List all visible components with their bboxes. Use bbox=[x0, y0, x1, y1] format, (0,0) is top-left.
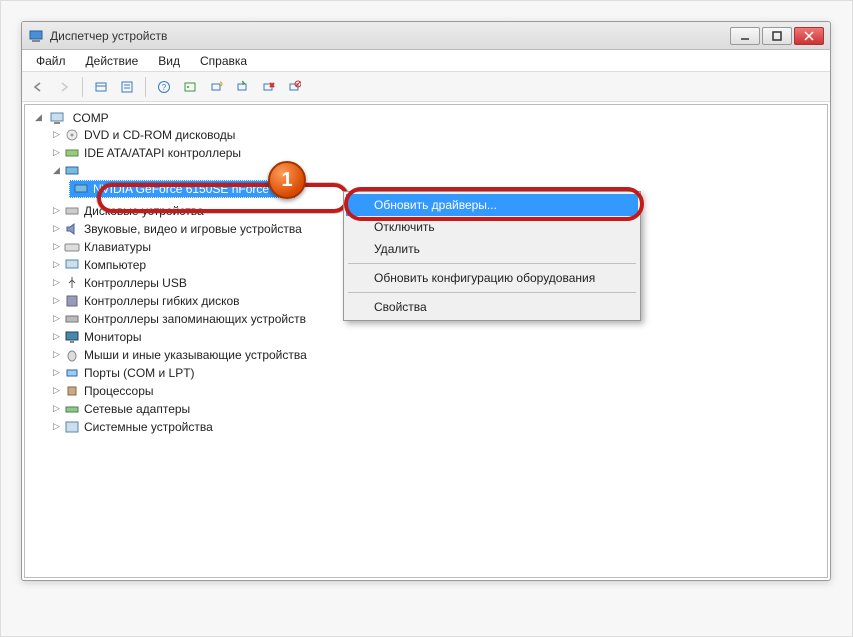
tree-item-label[interactable]: Мониторы bbox=[84, 330, 141, 344]
toolbar-scan-button[interactable] bbox=[204, 75, 228, 99]
display-adapter-icon bbox=[73, 181, 89, 197]
system-device-icon bbox=[64, 419, 80, 435]
tree-item-label[interactable]: Процессоры bbox=[84, 384, 154, 398]
toolbar-update-button[interactable] bbox=[230, 75, 254, 99]
context-menu-disable[interactable]: Отключить bbox=[346, 216, 638, 238]
tree-item-label[interactable]: Клавиатуры bbox=[84, 240, 151, 254]
ports-icon bbox=[64, 365, 80, 381]
tree-item-label[interactable]: Дисковые устройства bbox=[84, 204, 204, 218]
mouse-icon bbox=[64, 347, 80, 363]
context-menu-uninstall[interactable]: Удалить bbox=[346, 238, 638, 260]
titlebar[interactable]: Диспетчер устройств bbox=[22, 22, 830, 50]
toolbar-view-button[interactable] bbox=[178, 75, 202, 99]
tree-item-label[interactable]: Контроллеры запоминающих устройств bbox=[84, 312, 306, 326]
expand-icon[interactable]: ▷ bbox=[51, 148, 62, 159]
audio-icon bbox=[64, 221, 80, 237]
menu-view[interactable]: Вид bbox=[148, 52, 190, 70]
maximize-button[interactable] bbox=[762, 27, 792, 45]
disc-drive-icon bbox=[64, 127, 80, 143]
expand-icon[interactable]: ▷ bbox=[51, 296, 62, 307]
tree-item-label[interactable]: DVD и CD-ROM дисководы bbox=[84, 128, 235, 142]
menu-help[interactable]: Справка bbox=[190, 52, 257, 70]
context-menu-separator bbox=[348, 263, 636, 264]
processor-icon bbox=[64, 383, 80, 399]
tree-item-label[interactable]: Контроллеры USB bbox=[84, 276, 187, 290]
expand-icon[interactable]: ▷ bbox=[51, 314, 62, 325]
disk-drive-icon bbox=[64, 203, 80, 219]
toolbar: ? bbox=[22, 72, 830, 102]
svg-text:?: ? bbox=[162, 83, 167, 92]
keyboard-icon bbox=[64, 239, 80, 255]
menu-file[interactable]: Файл bbox=[26, 52, 76, 70]
ide-controller-icon bbox=[64, 145, 80, 161]
context-menu-scan-hardware[interactable]: Обновить конфигурацию оборудования bbox=[346, 267, 638, 289]
tree-item-selected[interactable]: NVIDIA GeForce 6150SE nForce 430 bbox=[69, 180, 296, 198]
tree-item-label[interactable]: Мыши и иные указывающие устройства bbox=[84, 348, 307, 362]
tree-item-label[interactable]: IDE ATA/ATAPI контроллеры bbox=[84, 146, 241, 160]
expand-icon[interactable]: ▷ bbox=[51, 242, 62, 253]
expand-icon[interactable]: ▷ bbox=[51, 260, 62, 271]
context-menu-update-drivers[interactable]: Обновить драйверы... bbox=[346, 194, 638, 216]
tree-item-label: NVIDIA GeForce 6150SE nForce 430 bbox=[93, 182, 292, 196]
device-tree-panel[interactable]: ◢ COMP ▷ DVD и CD-ROM дисководы ▷ IDE ATA/… bbox=[24, 104, 828, 578]
computer-icon bbox=[64, 257, 80, 273]
menubar: Файл Действие Вид Справка bbox=[22, 50, 830, 72]
app-icon bbox=[28, 28, 44, 44]
collapse-icon[interactable]: ◢ bbox=[33, 113, 44, 124]
tree-root-label[interactable]: COMP bbox=[73, 111, 109, 125]
storage-controller-icon bbox=[64, 311, 80, 327]
window-title: Диспетчер устройств bbox=[50, 29, 728, 43]
toolbar-show-hidden-button[interactable] bbox=[89, 75, 113, 99]
tree-item-label[interactable]: Контроллеры гибких дисков bbox=[84, 294, 240, 308]
menu-action[interactable]: Действие bbox=[76, 52, 149, 70]
expand-icon[interactable]: ▷ bbox=[51, 386, 62, 397]
minimize-button[interactable] bbox=[730, 27, 760, 45]
expand-icon[interactable]: ▷ bbox=[51, 368, 62, 379]
tree-item-label[interactable]: Порты (COM и LPT) bbox=[84, 366, 195, 380]
toolbar-back-button[interactable] bbox=[26, 75, 50, 99]
tree-item-label[interactable]: Системные устройства bbox=[84, 420, 213, 434]
toolbar-uninstall-button[interactable] bbox=[256, 75, 280, 99]
toolbar-separator bbox=[145, 77, 146, 97]
expand-icon[interactable]: ▷ bbox=[51, 350, 62, 361]
toolbar-help-button[interactable]: ? bbox=[152, 75, 176, 99]
expand-icon[interactable]: ▷ bbox=[51, 404, 62, 415]
context-menu-properties[interactable]: Свойства bbox=[346, 296, 638, 318]
expand-icon[interactable]: ▷ bbox=[51, 206, 62, 217]
context-menu: Обновить драйверы... Отключить Удалить О… bbox=[343, 191, 641, 321]
toolbar-forward-button[interactable] bbox=[52, 75, 76, 99]
context-menu-separator bbox=[348, 292, 636, 293]
network-adapter-icon bbox=[64, 401, 80, 417]
floppy-controller-icon bbox=[64, 293, 80, 309]
tree-item-label[interactable]: Компьютер bbox=[84, 258, 146, 272]
computer-icon bbox=[49, 110, 65, 126]
expand-icon[interactable]: ▷ bbox=[51, 130, 62, 141]
usb-icon bbox=[64, 275, 80, 291]
expand-icon[interactable]: ▷ bbox=[51, 332, 62, 343]
expand-icon[interactable]: ▷ bbox=[51, 422, 62, 433]
toolbar-separator bbox=[82, 77, 83, 97]
collapse-icon[interactable]: ◢ bbox=[51, 166, 62, 177]
toolbar-disable-button[interactable] bbox=[282, 75, 306, 99]
display-adapter-icon bbox=[64, 163, 80, 179]
device-manager-window: Диспетчер устройств Файл Действие Вид Сп… bbox=[21, 21, 831, 581]
tree-item-label[interactable]: Звуковые, видео и игровые устройства bbox=[84, 222, 302, 236]
monitor-icon bbox=[64, 329, 80, 345]
toolbar-properties-button[interactable] bbox=[115, 75, 139, 99]
close-button[interactable] bbox=[794, 27, 824, 45]
tree-item-label[interactable]: Сетевые адаптеры bbox=[84, 402, 190, 416]
expand-icon[interactable]: ▷ bbox=[51, 224, 62, 235]
expand-icon[interactable]: ▷ bbox=[51, 278, 62, 289]
